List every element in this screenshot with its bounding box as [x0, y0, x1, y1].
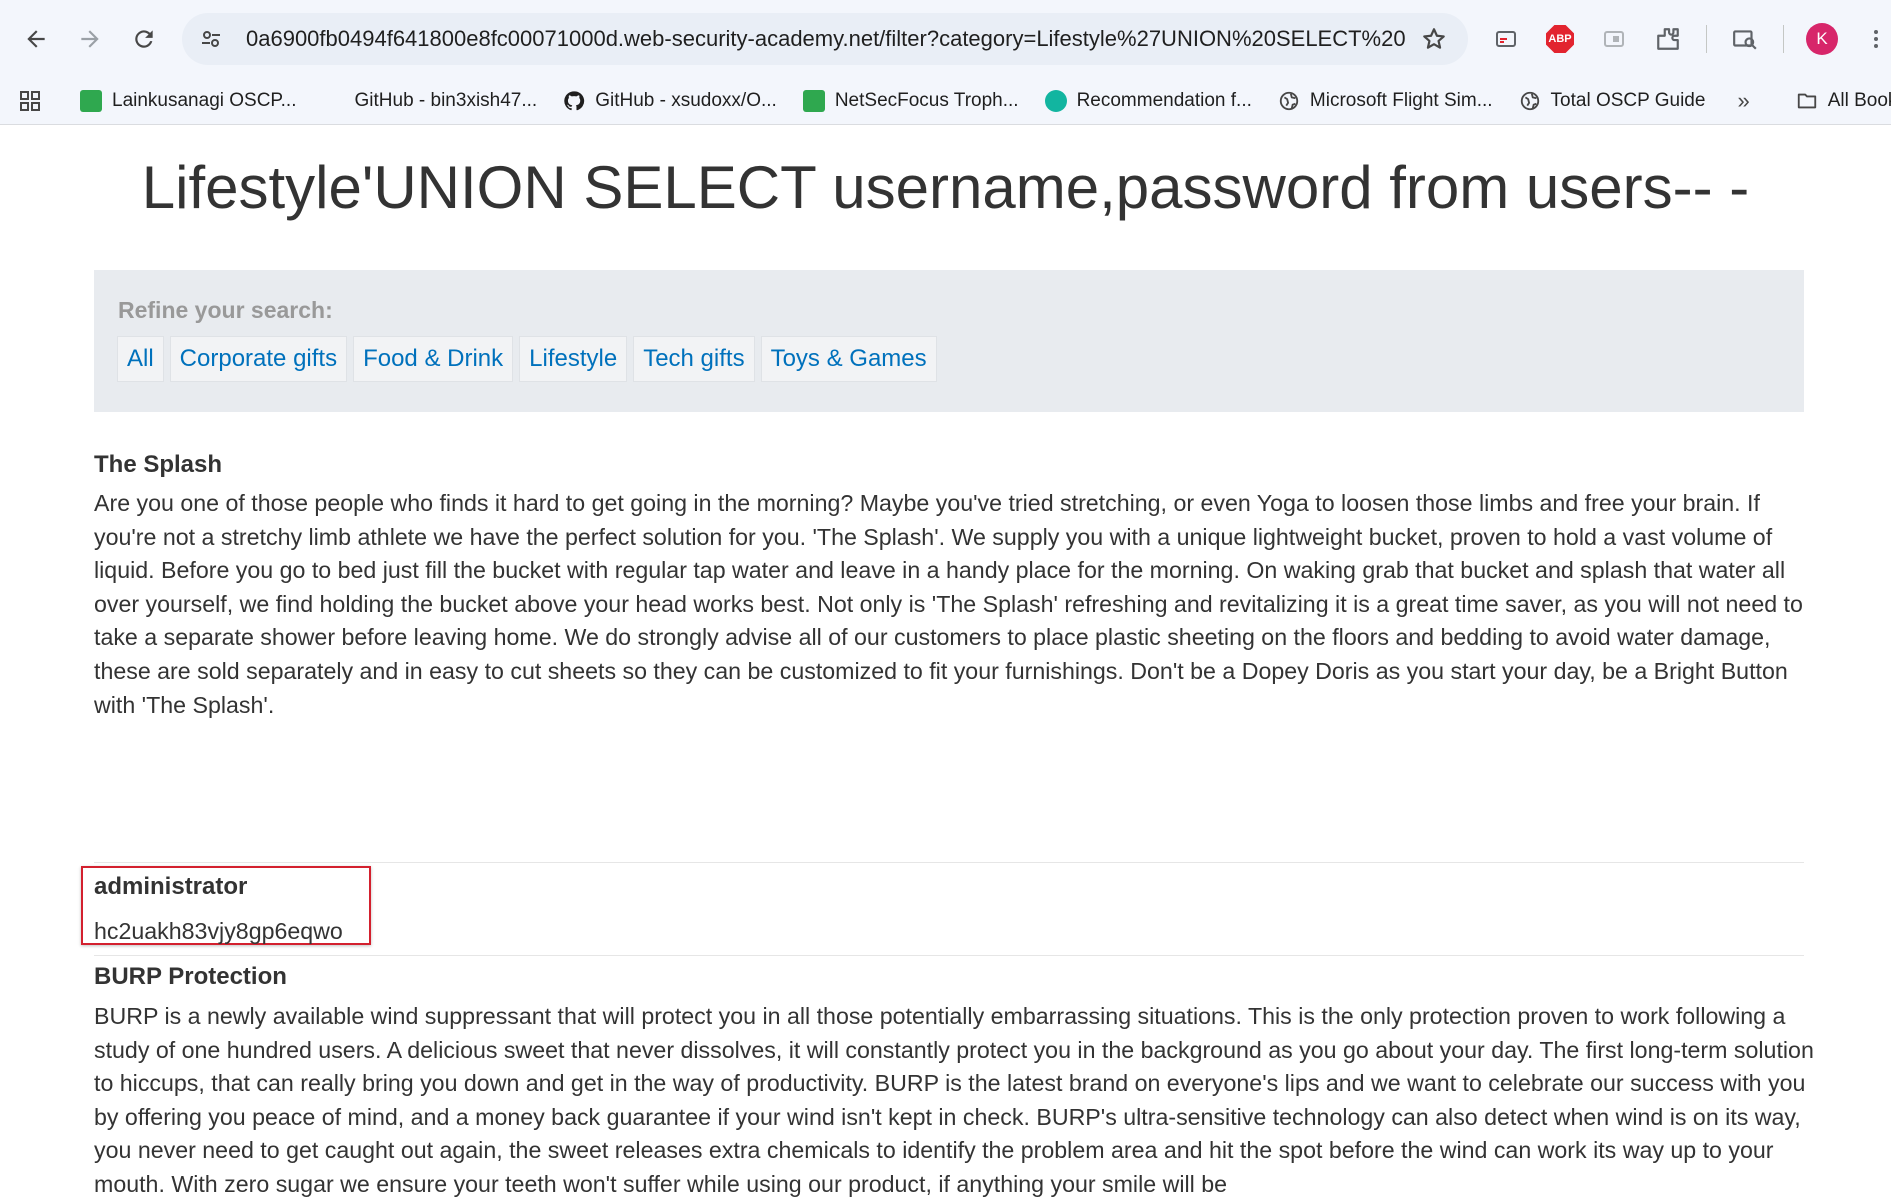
- bookmark-label: Microsoft Flight Sim...: [1309, 90, 1493, 111]
- extensions-icon[interactable]: [1652, 23, 1684, 55]
- leaked-password: hc2uakh83vjy8gp6eqwo: [94, 918, 343, 944]
- folder-icon: [1796, 90, 1818, 112]
- filter-label: Refine your search:: [118, 297, 333, 323]
- site-info-icon[interactable]: [194, 22, 228, 56]
- leaked-username: administrator: [94, 873, 248, 900]
- bookmark-item[interactable]: NetSecFocus Troph...: [802, 90, 1019, 112]
- browser-toolbar: 0a6900fb0494f641800e8fc00071000d.web-sec…: [0, 0, 1891, 78]
- web-page: Lifestyle'UNION SELECT username,password…: [0, 125, 1891, 1197]
- filter-link-lifestyle[interactable]: Lifestyle: [519, 336, 628, 382]
- product-name: BURP Protection: [94, 963, 287, 990]
- apps-icon[interactable]: [18, 88, 42, 114]
- globe-icon: [1278, 90, 1300, 112]
- bookmarks-bar: Lainkusanagi OSCP... GitHub - bin3xish47…: [0, 78, 1891, 124]
- cast-icon[interactable]: [1490, 23, 1522, 55]
- bookmark-label: Recommendation f...: [1076, 90, 1252, 111]
- bookmark-label: GitHub - bin3xish47...: [354, 90, 538, 111]
- green-square-icon: [80, 90, 102, 112]
- bookmark-item[interactable]: Recommendation f...: [1044, 90, 1252, 112]
- bookmark-label: GitHub - xsudoxx/O...: [595, 90, 777, 111]
- bookmark-label: Lainkusanagi OSCP...: [112, 90, 297, 111]
- bookmark-item[interactable]: GitHub - xsudoxx/O...: [563, 90, 777, 112]
- toolbar-separator-2: [1783, 25, 1784, 53]
- url-text[interactable]: 0a6900fb0494f641800e8fc00071000d.web-sec…: [246, 26, 1406, 52]
- sidebar-icon[interactable]: [1598, 23, 1630, 55]
- avatar[interactable]: K: [1806, 23, 1838, 55]
- forward-icon[interactable]: [68, 17, 112, 61]
- browser-chrome: 0a6900fb0494f641800e8fc00071000d.web-sec…: [0, 0, 1891, 124]
- star-icon[interactable]: [1418, 23, 1450, 55]
- product-description: Are you one of those people who finds it…: [94, 490, 1803, 718]
- blank-favicon-icon: [323, 90, 345, 112]
- github-icon: [563, 90, 585, 112]
- abp-icon[interactable]: ABP: [1544, 23, 1576, 55]
- bookmark-item[interactable]: GitHub - bin3xish47...: [323, 90, 538, 112]
- globe-icon: [1519, 90, 1541, 112]
- bookmark-label: Total OSCP Guide: [1550, 90, 1706, 111]
- all-bookmarks-folder[interactable]: All Bookmarks: [1796, 90, 1891, 112]
- product-name: The Splash: [94, 451, 223, 478]
- bookmark-item[interactable]: Total OSCP Guide: [1519, 90, 1706, 112]
- extensions-area: ABP K: [1490, 20, 1891, 58]
- toolbar-separator: [1706, 25, 1707, 53]
- green-square-icon: [802, 90, 825, 112]
- divider: [94, 862, 1804, 863]
- address-bar[interactable]: 0a6900fb0494f641800e8fc00071000d.web-sec…: [182, 13, 1468, 65]
- divider: [94, 955, 1804, 956]
- filter-link-tech-gifts[interactable]: Tech gifts: [633, 336, 755, 382]
- page-title: Lifestyle'UNION SELECT username,password…: [141, 154, 1750, 221]
- filter-link-all[interactable]: All: [117, 336, 164, 382]
- reload-icon[interactable]: [122, 17, 166, 61]
- filter-link-toys-games[interactable]: Toys & Games: [760, 336, 937, 382]
- bookmark-label: NetSecFocus Troph...: [834, 90, 1019, 111]
- more-icon[interactable]: [1860, 23, 1891, 55]
- filter-link-food-drink[interactable]: Food & Drink: [353, 336, 514, 382]
- teal-circle-icon: [1044, 90, 1067, 112]
- bookmark-label: All Bookmarks: [1827, 90, 1891, 111]
- bookmarks-overflow-button[interactable]: »: [1737, 88, 1749, 114]
- bookmark-item[interactable]: Lainkusanagi OSCP...: [80, 90, 297, 112]
- filter-panel: Refine your search: All Corporate gifts …: [94, 270, 1804, 412]
- product-description: BURP is a newly available wind suppressa…: [94, 1003, 1814, 1197]
- bookmark-item[interactable]: Microsoft Flight Sim...: [1278, 90, 1493, 112]
- filter-links: All Corporate gifts Food & Drink Lifesty…: [117, 336, 943, 382]
- search-tab-icon[interactable]: [1729, 23, 1761, 55]
- filter-link-corporate-gifts[interactable]: Corporate gifts: [169, 336, 348, 382]
- back-icon[interactable]: [14, 17, 58, 61]
